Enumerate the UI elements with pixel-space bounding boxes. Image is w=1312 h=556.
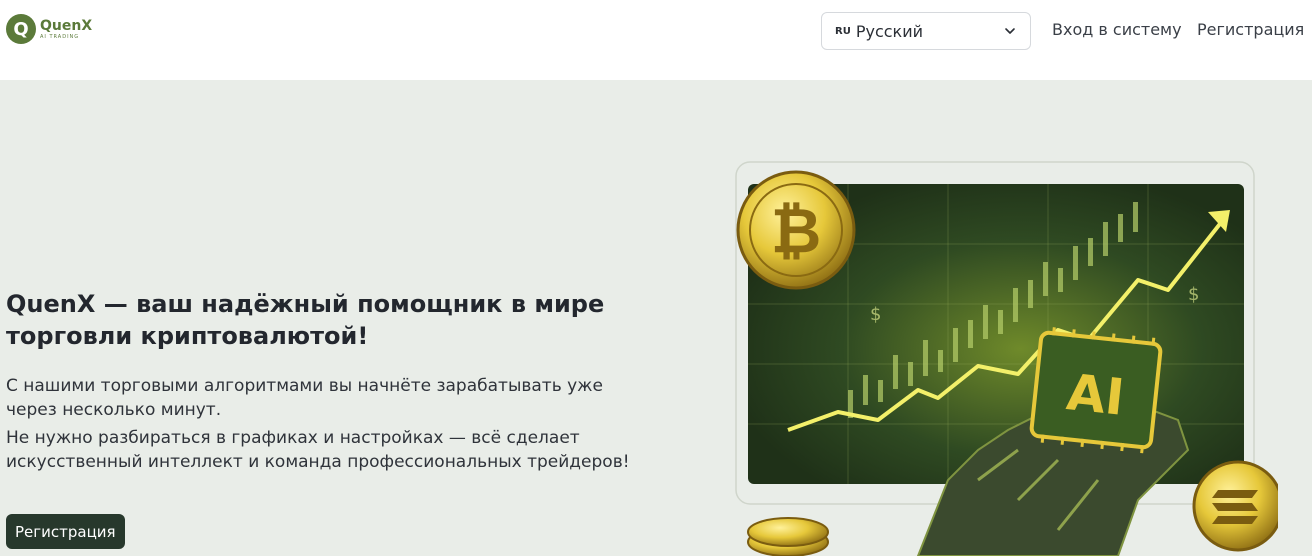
language-code: RU [835,25,851,37]
coin-stack [747,517,829,556]
dollar-icon: $ [1188,284,1199,305]
logo-text: QuenX AI TRADING [40,19,92,40]
ai-chip: AI [1029,327,1163,454]
site-header: Q QuenX AI TRADING RU Русский Вход в сис… [0,0,1312,80]
hero-illustration: $ $ AI ₿ [735,161,1278,556]
hero-description: С нашими торговыми алгоритмами вы начнёт… [6,376,603,420]
logo-name: QuenX [40,17,93,34]
language-select[interactable]: RU Русский [821,12,1031,50]
ai-chip-label: AI [1064,363,1127,427]
chevron-down-icon [1005,28,1015,34]
bitcoin-coin-icon: ₿ [736,170,856,290]
hero-register-button[interactable]: Регистрация [6,514,125,549]
login-link[interactable]: Вход в систему [1052,20,1182,39]
logo-tagline: AI TRADING [40,33,80,40]
logo[interactable]: Q QuenX AI TRADING [6,14,92,44]
solana-coin-icon [1192,460,1278,552]
hero-subdescription: Не нужно разбираться в графиках и настро… [6,428,630,472]
register-link[interactable]: Регистрация [1197,20,1304,39]
language-label: Русский [855,21,923,41]
dollar-icon: $ [870,304,881,325]
logo-badge: Q [6,14,36,44]
bitcoin-symbol: ₿ [771,194,822,267]
hero-title: QuenX — ваш надёжный помощник в мире тор… [6,290,605,350]
hero-section: QuenX — ваш надёжный помощник в мире тор… [0,80,1312,556]
